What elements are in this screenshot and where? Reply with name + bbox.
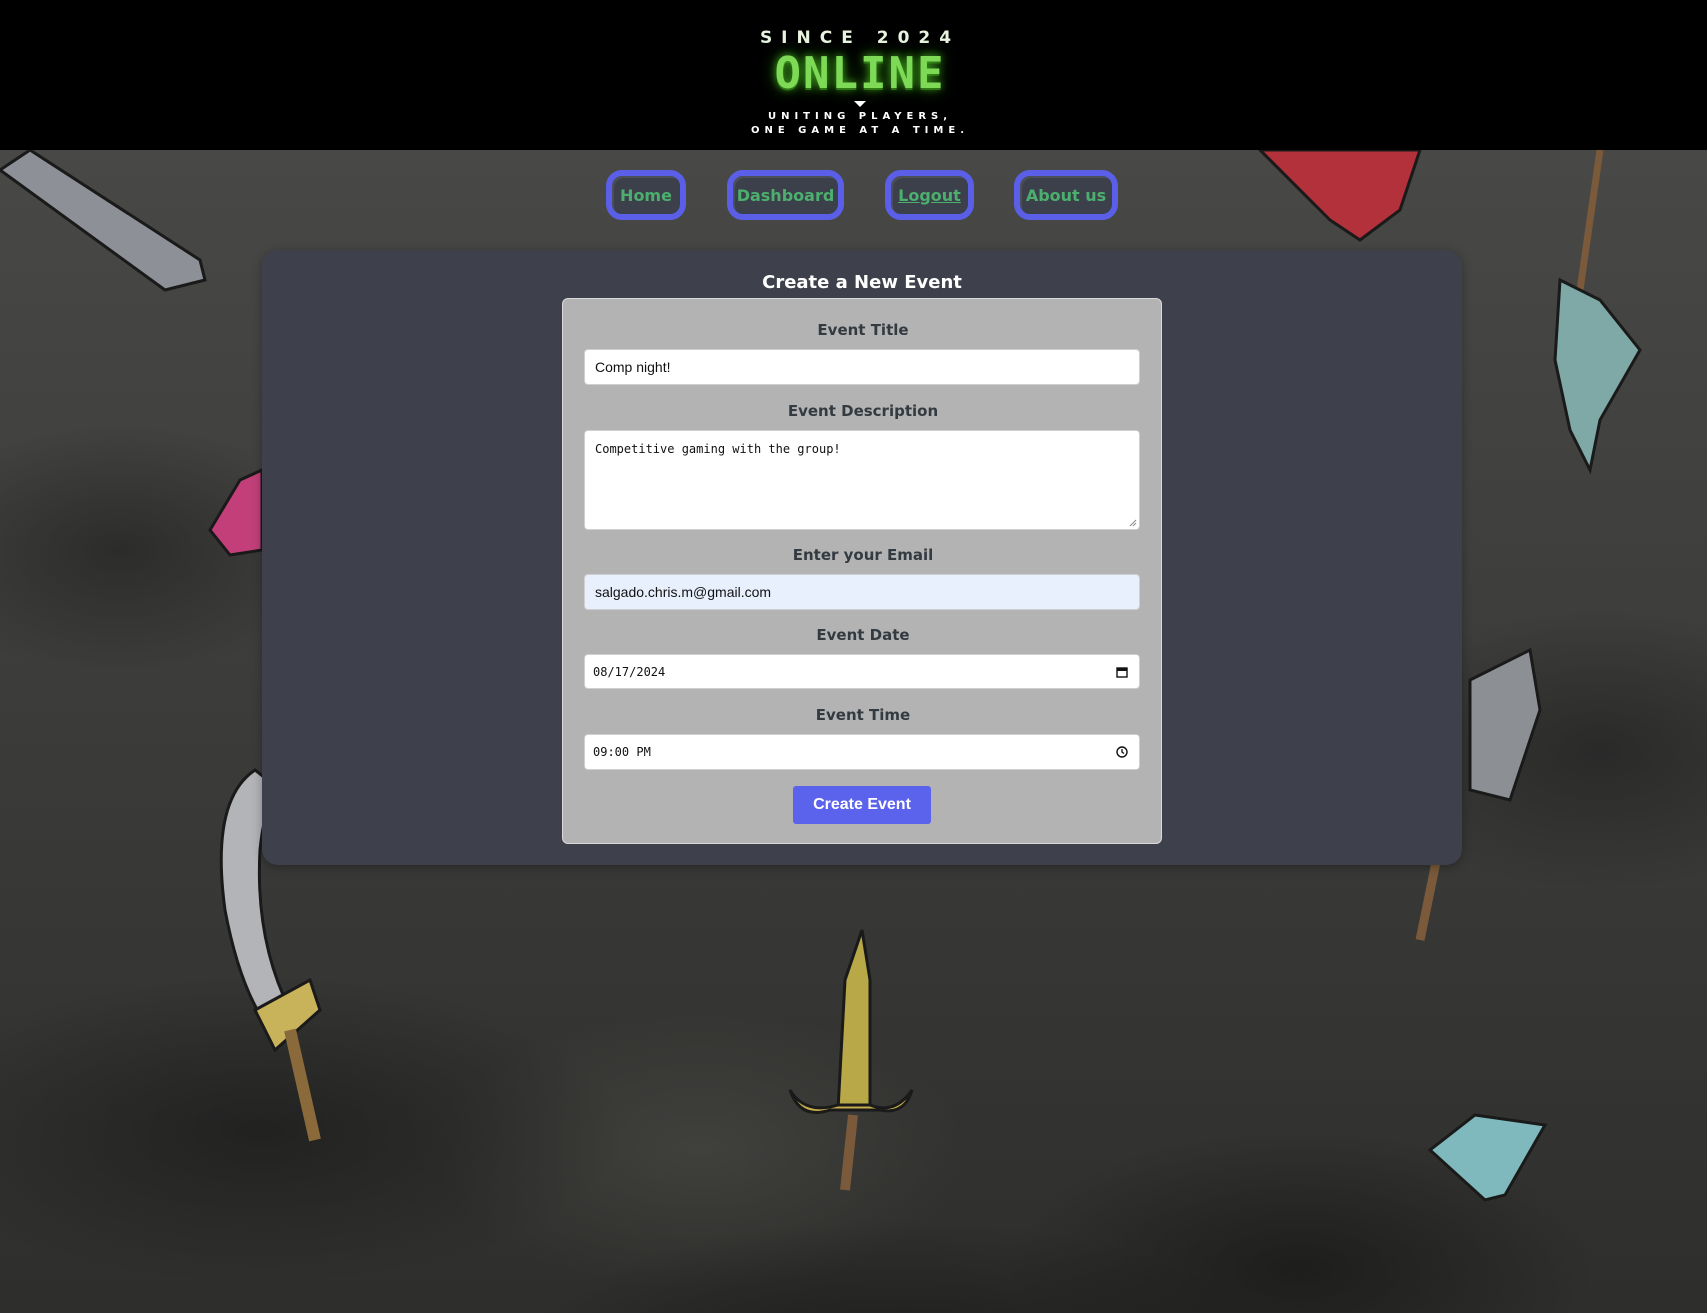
create-event-button[interactable]: Create Event	[793, 786, 931, 824]
email-label: Enter your Email	[792, 546, 934, 564]
clock-icon[interactable]	[1115, 745, 1129, 759]
nav-dashboard-label: Dashboard	[736, 185, 835, 205]
event-time-input[interactable]: 09:00 PM	[584, 734, 1140, 770]
email-value: salgado.chris.m@gmail.com	[595, 584, 772, 600]
event-title-input[interactable]: Comp night!	[584, 349, 1140, 385]
page-title: Create a New Event	[762, 272, 962, 293]
resize-handle-icon[interactable]	[1129, 519, 1137, 527]
logo-tagline-line1: UNITING PLAYERS,	[767, 111, 953, 122]
nav-about-label: About us	[1025, 185, 1107, 205]
nav-dashboard-button[interactable]: Dashboard	[727, 170, 844, 220]
site-header: SINCE 2024 ONLINE UNITING PLAYERS, ONE G…	[0, 0, 1707, 150]
email-input[interactable]: salgado.chris.m@gmail.com	[584, 574, 1140, 610]
calendar-icon[interactable]	[1115, 665, 1129, 679]
diamond-icon	[854, 101, 866, 107]
nav-about-button[interactable]: About us	[1014, 170, 1118, 220]
create-event-button-label: Create Event	[813, 796, 911, 813]
event-date-label: Event Date	[816, 626, 910, 644]
event-description-textarea[interactable]: Competitive gaming with the group!	[584, 430, 1140, 530]
nav-home-button[interactable]: Home	[606, 170, 686, 220]
nav-logout-button[interactable]: Logout	[885, 170, 974, 220]
nav-logout-label: Logout	[898, 185, 961, 205]
site-logo[interactable]: SINCE 2024 ONLINE UNITING PLAYERS, ONE G…	[740, 18, 980, 140]
main-nav: Home Dashboard Logout About us	[0, 170, 1707, 230]
event-description-label: Event Description	[787, 402, 939, 420]
create-event-panel: Create a New Event Event Title Comp nigh…	[262, 250, 1462, 865]
nav-home-label: Home	[620, 185, 672, 205]
event-time-label: Event Time	[815, 706, 911, 724]
event-title-label: Event Title	[817, 321, 909, 339]
event-time-value: 09:00 PM	[593, 745, 651, 759]
logo-tagline-line2: ONE GAME AT A TIME.	[750, 125, 969, 136]
event-title-value: Comp night!	[595, 359, 671, 375]
event-description-value: Competitive gaming with the group!	[595, 442, 841, 456]
logo-since-text: SINCE 2024	[759, 28, 961, 48]
create-event-form: Event Title Comp night! Event Descriptio…	[562, 298, 1162, 844]
event-date-input[interactable]: 08/17/2024	[584, 654, 1140, 689]
logo-wordmark: ONLINE	[774, 48, 946, 99]
event-date-value: 08/17/2024	[593, 664, 666, 679]
